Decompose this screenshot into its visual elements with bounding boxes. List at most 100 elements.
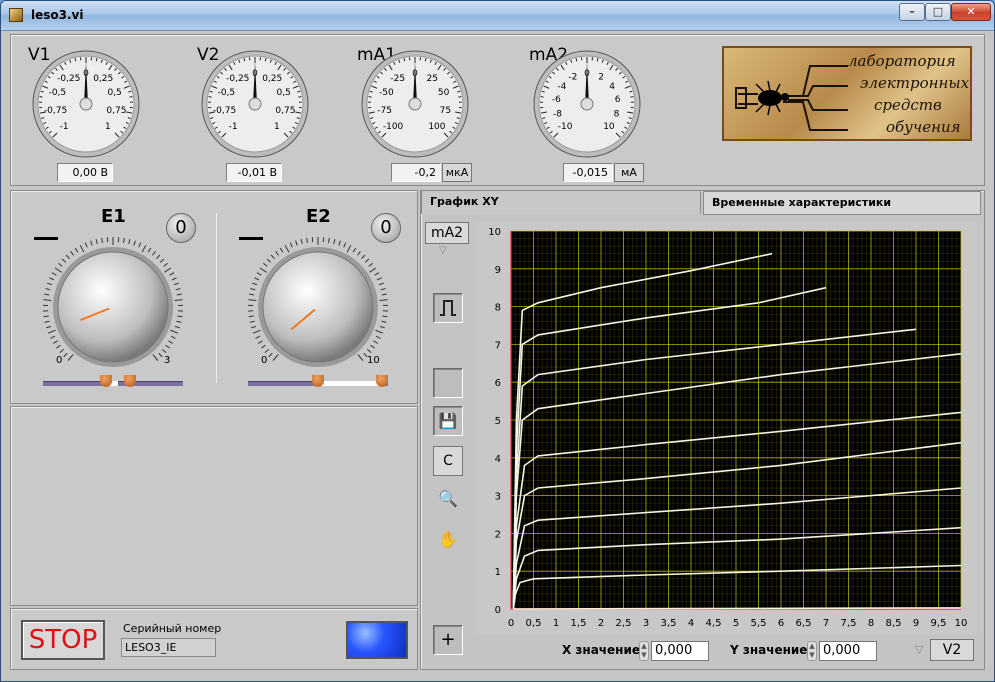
gauge-tick-label: -0,5 [218,88,236,98]
x-tick-label: 3,5 [661,618,677,629]
gauge-tick-label: 0,5 [107,88,121,98]
serial-field: LESO3_IE [121,638,216,657]
gauge-tick-label: -4 [557,82,566,92]
x-tick-label: 10 [955,618,968,629]
gauge-readout: -0,2 [391,163,441,182]
gauge-tick-label: 0,5 [276,88,290,98]
x-value-field[interactable]: 0,000 [651,641,709,661]
app-window: leso3.vi – □ ✕ V1-1-0,75-0,5-0,2500,250,… [0,0,995,682]
logo-line-2: электронных [860,74,970,92]
window-title: leso3.vi [31,8,84,22]
range-slider-high-thumb[interactable] [124,375,136,387]
gauge-tick-label: 100 [428,122,445,132]
x-tick-label: 6,5 [796,618,812,629]
save-button[interactable]: 💾 [433,406,463,436]
gauge-tick-label: 6 [615,95,621,105]
zoom-icon[interactable]: 🔍 [433,484,463,514]
save-icon: 💾 [438,412,458,430]
gauge-tick-label: 0,75 [106,106,126,116]
crosshair-icon: + [440,629,456,650]
x-tick-label: 8 [868,618,874,629]
x-axis-select[interactable]: V2 [930,639,974,661]
knobs-divider [216,213,217,383]
y-tick-label: 0 [495,605,501,616]
knob-max-label: 10 [367,355,380,366]
iv-curve [513,607,962,610]
x-tick-label: 6 [778,618,784,629]
y-value-field[interactable]: 0,000 [819,641,877,661]
x-tick-label: 5 [733,618,739,629]
tab-xy-graph[interactable]: График XY [421,190,701,214]
gauge-tick-label: -25 [390,74,405,84]
gauge-tick-label: 0,25 [262,74,282,84]
cursor-tool-button[interactable]: + [433,625,463,655]
pan-hand-icon[interactable]: ✋ [433,525,463,555]
range-slider-low-thumb[interactable] [312,375,324,387]
x-tick-label: 2 [598,618,604,629]
close-icon: ✕ [966,5,976,18]
pulse-mode-button[interactable] [433,293,463,323]
gauge-tick-label: -0,25 [226,74,249,84]
minimize-icon: – [909,5,915,18]
close-button[interactable]: ✕ [951,3,991,21]
unit-select[interactable]: мА [614,163,644,182]
range-slider-low-thumb[interactable] [100,375,112,387]
range-slider-high-thumb[interactable] [376,375,388,387]
maximize-icon: □ [932,5,944,18]
y-axis-dropdown-icon[interactable]: ▽ [439,245,447,256]
minimize-button[interactable]: – [899,3,925,21]
y-tick-label: 6 [495,378,501,389]
gauge-tick-label: -10 [558,122,573,132]
y-tick-label: 1 [495,567,501,578]
gauge-dial: -10-8-6-4-20246810 [533,50,641,158]
y-tick-label: 4 [495,454,501,465]
unit-select[interactable]: мкА [442,163,472,182]
range-slider-fill [318,381,382,386]
gauge-tick-label: 1 [105,122,111,132]
gauge-tick-label: 1 [274,122,280,132]
knob-title: E2 [306,206,331,227]
x-tick-label: 1 [553,618,559,629]
gauge-tick-label: -6 [552,95,561,105]
x-value-label: X значение [562,643,641,657]
x-tick-label: 9 [913,618,919,629]
serial-label: Серийный номер [123,622,222,635]
gauge-tick-label: -0,75 [44,106,67,116]
gauge-tick-label: -0,25 [57,74,80,84]
gauge-tick-label: -50 [379,88,394,98]
y-value-spinner[interactable]: ▲ ▼ [807,641,817,661]
gauge-tick-label: 2 [598,72,604,82]
x-axis-dropdown-icon[interactable]: ▽ [915,643,923,656]
empty-tool-button[interactable] [433,368,463,398]
x-tick-label: 7 [823,618,829,629]
knob-min-label: 0 [261,355,268,366]
y-tick-label: 10 [488,227,501,238]
gauge-tick-label: -8 [553,110,562,120]
knob-min-label: 0 [56,355,63,366]
tab-time-characteristics[interactable]: Временные характеристики [703,191,981,215]
gauge-tick-label: 4 [609,82,615,92]
gauge-tick-label: 25 [426,74,437,84]
x-tick-label: 7,5 [841,618,857,629]
x-value-spinner[interactable]: ▲ ▼ [639,641,649,661]
bug-circuit-icon [735,65,848,131]
x-tick-label: 2,5 [616,618,632,629]
y-axis-select[interactable]: mA2 [425,222,469,244]
y-tick-label: 7 [495,340,501,351]
xy-chart[interactable]: 0 0,5 1 1,5 2 2,5 3 3,5 4 4,5 5 5,5 6 6,5 7 7,5 8 8,5 9 9,5… [477,221,977,635]
gauge-tick-label: 0,75 [275,106,295,116]
x-tick-label: 1,5 [571,618,587,629]
gauge-dial: -100-75-50-250255075100 [361,50,469,158]
stop-button[interactable]: STOP [21,620,105,660]
gauge-readout: -0,015 [563,163,613,182]
clear-button[interactable]: C [433,446,463,476]
app-icon [9,8,23,22]
gauge-dial: -1-0,75-0,5-0,2500,250,50,751 [32,50,140,158]
pulse-icon [440,300,456,316]
maximize-button[interactable]: □ [925,3,951,21]
x-tick-label: 4,5 [706,618,722,629]
y-tick-label: 2 [495,529,501,540]
x-tick-label: 5,5 [751,618,767,629]
knob-max-label: 3 [164,355,171,366]
gauge-tick-label: -0,5 [49,88,67,98]
